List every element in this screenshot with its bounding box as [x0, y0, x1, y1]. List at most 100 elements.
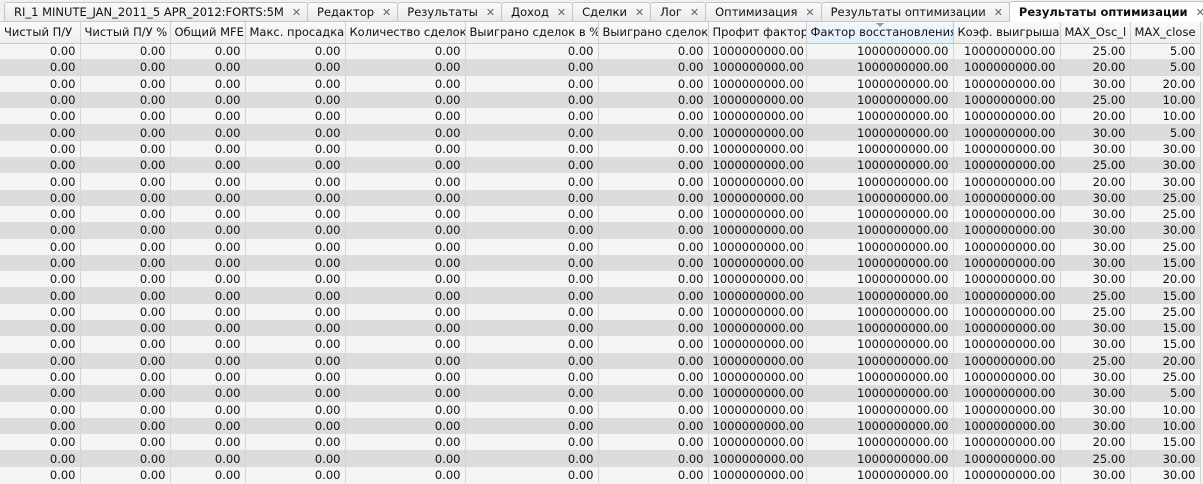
column-header[interactable]: Количество сделок	[345, 22, 466, 44]
table-row[interactable]: 0.00 0.00 0.00 0.00 0.00 0.00 0.00 1000000000.0…	[0, 450, 1201, 467]
close-icon[interactable]: ✕	[1196, 6, 1203, 19]
table-row[interactable]: 0.00 0.00 0.00 0.00 0.00 0.00 0.00 1000000000.0…	[0, 320, 1201, 337]
table-cell: 0.00	[0, 320, 81, 337]
tab-1[interactable]: Редактор ✕	[307, 2, 399, 21]
table-cell: 0.00	[170, 303, 246, 321]
table-cell: 1000000000.00	[953, 287, 1061, 304]
table-row[interactable]: 0.00 0.00 0.00 0.00 0.00 0.00 0.00 1000000000.0…	[0, 368, 1201, 386]
tab-2[interactable]: Результаты ✕	[397, 2, 503, 21]
table-row[interactable]: 0.00 0.00 0.00 0.00 0.00 0.00 0.00 1000000000.0…	[0, 303, 1201, 321]
table-row[interactable]: 0.00 0.00 0.00 0.00 0.00 0.00 0.00 1000000000.0…	[0, 238, 1201, 255]
table-row[interactable]: 0.00 0.00 0.00 0.00 0.00 0.00 0.00 1000000000.0…	[0, 173, 1201, 190]
column-header[interactable]: Профит фактор	[708, 22, 807, 44]
table-cell: 1000000000.00	[953, 205, 1061, 223]
table-cell: 0.00	[170, 368, 246, 386]
table-cell: 30.00	[1060, 417, 1131, 435]
tab-6[interactable]: Оптимизация ✕	[705, 2, 822, 21]
column-header[interactable]: MAX_close	[1130, 22, 1201, 44]
tab-label: Редактор	[317, 5, 375, 19]
table-cell: 0.00	[245, 401, 346, 418]
table-row[interactable]: 0.00 0.00 0.00 0.00 0.00 0.00 0.00 1000000000.0…	[0, 91, 1201, 109]
tab-3[interactable]: Доход ✕	[501, 2, 574, 21]
column-header[interactable]: Выиграно сделок в %	[465, 22, 599, 44]
table-cell: 20.00	[1060, 108, 1131, 125]
close-icon[interactable]: ✕	[635, 6, 644, 19]
table-cell: 0.00	[0, 91, 81, 109]
table-cell: 0.00	[345, 254, 466, 272]
table-cell: 0.00	[0, 157, 81, 174]
table-row[interactable]: 0.00 0.00 0.00 0.00 0.00 0.00 0.00 1000000000.0…	[0, 271, 1201, 288]
table-cell: 0.00	[598, 287, 709, 304]
table-cell: 0.00	[465, 124, 599, 141]
table-cell: 1000000000.00	[806, 385, 954, 402]
table-cell: 25.00	[1130, 368, 1201, 386]
table-cell: 0.00	[345, 222, 466, 239]
table-cell: 0.00	[170, 385, 246, 402]
tab-7[interactable]: Результаты оптимизации ✕	[820, 2, 1010, 21]
close-icon[interactable]: ✕	[292, 6, 301, 19]
table-cell: 0.00	[0, 254, 81, 272]
table-cell: 1000000000.00	[953, 124, 1061, 141]
table-row[interactable]: 0.00 0.00 0.00 0.00 0.00 0.00 0.00 1000000000.0…	[0, 417, 1201, 435]
column-header[interactable]: Общий MFE	[170, 22, 246, 44]
table-row[interactable]: 0.00 0.00 0.00 0.00 0.00 0.00 0.00 1000000000.0…	[0, 222, 1201, 239]
table-cell: 0.00	[0, 75, 81, 92]
table-row[interactable]: 0.00 0.00 0.00 0.00 0.00 0.00 0.00 1000000000.0…	[0, 124, 1201, 141]
column-header[interactable]: Чистый П/У %	[80, 22, 171, 44]
table-cell: 1000000000.00	[806, 401, 954, 418]
table-row[interactable]: 0.00 0.00 0.00 0.00 0.00 0.00 0.00 1000000000.0…	[0, 205, 1201, 223]
close-icon[interactable]: ✕	[805, 6, 814, 19]
table-cell: 0.00	[80, 59, 171, 76]
table-cell: 30.00	[1060, 271, 1131, 288]
table-cell: 1000000000.00	[806, 320, 954, 337]
table-row[interactable]: 0.00 0.00 0.00 0.00 0.00 0.00 0.00 1000000000.0…	[0, 336, 1201, 353]
table-row[interactable]: 0.00 0.00 0.00 0.00 0.00 0.00 0.00 1000000000.0…	[0, 385, 1201, 402]
column-header[interactable]: Коэф. выигрыша	[953, 22, 1061, 44]
table-cell: 1000000000.00	[806, 173, 954, 190]
table-row[interactable]: 0.00 0.00 0.00 0.00 0.00 0.00 0.00 1000000000.0…	[0, 108, 1201, 125]
table-cell: 0.00	[80, 434, 171, 451]
table-cell: 25.00	[1130, 189, 1201, 206]
tab-bar: RI_1 MINUTE_JAN_2011_5 APR_2012:FORTS:5M…	[0, 0, 1203, 22]
table-row[interactable]: 0.00 0.00 0.00 0.00 0.00 0.00 0.00 1000000000.0…	[0, 401, 1201, 418]
close-icon[interactable]: ✕	[690, 6, 699, 19]
table-row[interactable]: 0.00 0.00 0.00 0.00 0.00 0.00 0.00 1000000000.0…	[0, 287, 1201, 304]
close-icon[interactable]: ✕	[994, 6, 1003, 19]
close-icon[interactable]: ✕	[382, 6, 391, 19]
table-row[interactable]: 0.00 0.00 0.00 0.00 0.00 0.00 0.00 1000000000.0…	[0, 352, 1201, 369]
table-cell: 0.00	[80, 75, 171, 92]
table-row[interactable]: 0.00 0.00 0.00 0.00 0.00 0.00 0.00 1000000000.0…	[0, 434, 1201, 451]
table-row[interactable]: 0.00 0.00 0.00 0.00 0.00 0.00 0.00 1000000000.0…	[0, 43, 1201, 60]
column-header[interactable]: Чистый П/У	[0, 22, 81, 44]
table-cell: 0.00	[598, 254, 709, 272]
table-row[interactable]: 0.00 0.00 0.00 0.00 0.00 0.00 0.00 1000000000.0…	[0, 75, 1201, 92]
table-cell: 0.00	[598, 352, 709, 369]
column-header[interactable]: Фактор восстановления	[806, 22, 954, 44]
table-cell: 1000000000.00	[953, 222, 1061, 239]
table-row[interactable]: 0.00 0.00 0.00 0.00 0.00 0.00 0.00 1000000000.0…	[0, 189, 1201, 206]
column-header[interactable]: Выиграно сделок	[598, 22, 709, 44]
table-cell: 0.00	[80, 108, 171, 125]
tab-label: RI_1 MINUTE_JAN_2011_5 APR_2012:FORTS:5M	[14, 5, 284, 19]
table-cell: 0.00	[245, 238, 346, 255]
tab-4[interactable]: Сделки ✕	[572, 2, 652, 21]
table-cell: 1000000000.00	[953, 271, 1061, 288]
tab-5[interactable]: Лог ✕	[650, 2, 707, 21]
table-row[interactable]: 0.00 0.00 0.00 0.00 0.00 0.00 0.00 1000000000.0…	[0, 59, 1201, 76]
close-icon[interactable]: ✕	[557, 6, 566, 19]
tab-0[interactable]: RI_1 MINUTE_JAN_2011_5 APR_2012:FORTS:5M…	[4, 2, 309, 21]
table-cell: 0.00	[80, 336, 171, 353]
tab-8[interactable]: Результаты оптимизации ✕	[1008, 1, 1203, 22]
table-cell: 0.00	[598, 75, 709, 92]
table-row[interactable]: 0.00 0.00 0.00 0.00 0.00 0.00 0.00 1000000000.0…	[0, 140, 1201, 158]
table-cell: 0.00	[465, 157, 599, 174]
column-header[interactable]: MAX_Osc_l	[1060, 22, 1131, 44]
table-row[interactable]: 0.00 0.00 0.00 0.00 0.00 0.00 0.00 1000000000.0…	[0, 466, 1201, 484]
table-row[interactable]: 0.00 0.00 0.00 0.00 0.00 0.00 0.00 1000000000.0…	[0, 254, 1201, 272]
table-cell: 30.00	[1060, 189, 1131, 206]
column-header[interactable]: Макс. просадка	[245, 22, 346, 44]
table-cell: 5.00	[1130, 385, 1201, 402]
table-row[interactable]: 0.00 0.00 0.00 0.00 0.00 0.00 0.00 1000000000.0…	[0, 157, 1201, 174]
table-cell: 0.00	[598, 271, 709, 288]
close-icon[interactable]: ✕	[486, 6, 495, 19]
